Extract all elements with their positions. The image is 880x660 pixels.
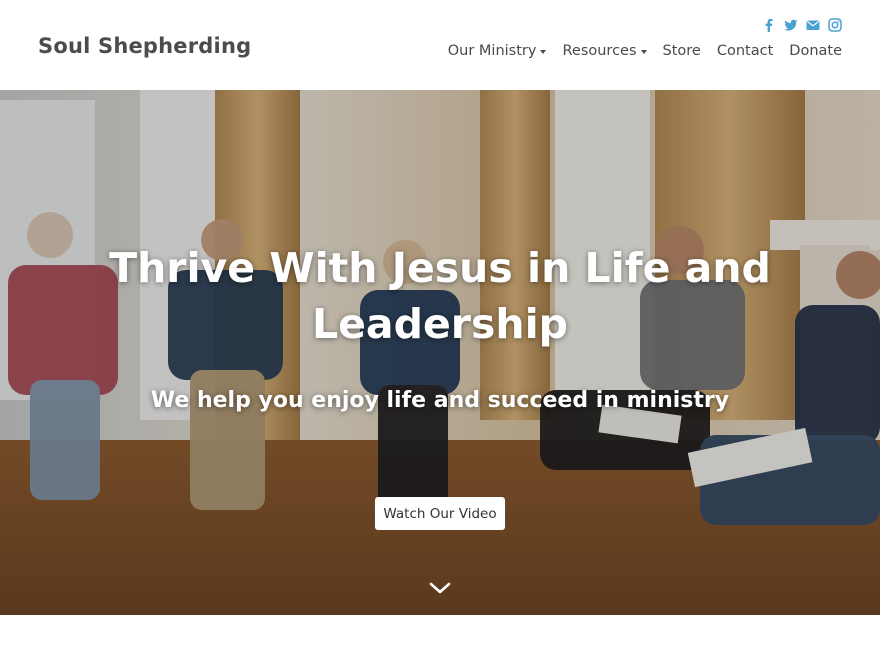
nav-item-donate[interactable]: Donate <box>789 43 842 59</box>
nav-item-resources[interactable]: Resources <box>562 43 647 59</box>
hero-headline: Thrive With Jesus in Life and Leadership <box>90 240 790 352</box>
facebook-icon[interactable] <box>762 18 776 32</box>
nav-item-label: Resources <box>562 43 637 59</box>
nav-item-contact[interactable]: Contact <box>717 43 773 59</box>
main-nav: Our Ministry Resources Store Contact Don… <box>448 43 842 59</box>
instagram-icon[interactable] <box>828 18 842 32</box>
caret-down-icon <box>640 50 647 54</box>
hero-subheadline: We help you enjoy life and succeed in mi… <box>150 388 730 413</box>
email-icon[interactable] <box>806 18 820 32</box>
nav-item-label: Donate <box>789 43 842 59</box>
hero-overlay <box>0 90 880 615</box>
social-links <box>762 18 842 32</box>
hero-section: Thrive With Jesus in Life and Leadership… <box>0 90 880 615</box>
nav-item-label: Our Ministry <box>447 43 537 59</box>
chevron-down-icon[interactable] <box>428 580 452 596</box>
hero-headline-line2: Leadership <box>312 300 568 348</box>
nav-item-label: Contact <box>716 43 774 59</box>
page-content-start <box>0 615 880 660</box>
nav-item-label: Store <box>662 43 701 59</box>
nav-item-our-ministry[interactable]: Our Ministry <box>448 43 547 59</box>
hero-headline-line1: Thrive With Jesus in Life and <box>109 244 771 292</box>
nav-item-store[interactable]: Store <box>663 43 701 59</box>
watch-video-button[interactable]: Watch Our Video <box>375 497 505 530</box>
site-logo[interactable]: Soul Shepherding <box>38 34 251 58</box>
caret-down-icon <box>540 50 547 54</box>
site-header: Soul Shepherding Our Ministry Resources … <box>0 0 880 90</box>
twitter-icon[interactable] <box>784 18 798 32</box>
